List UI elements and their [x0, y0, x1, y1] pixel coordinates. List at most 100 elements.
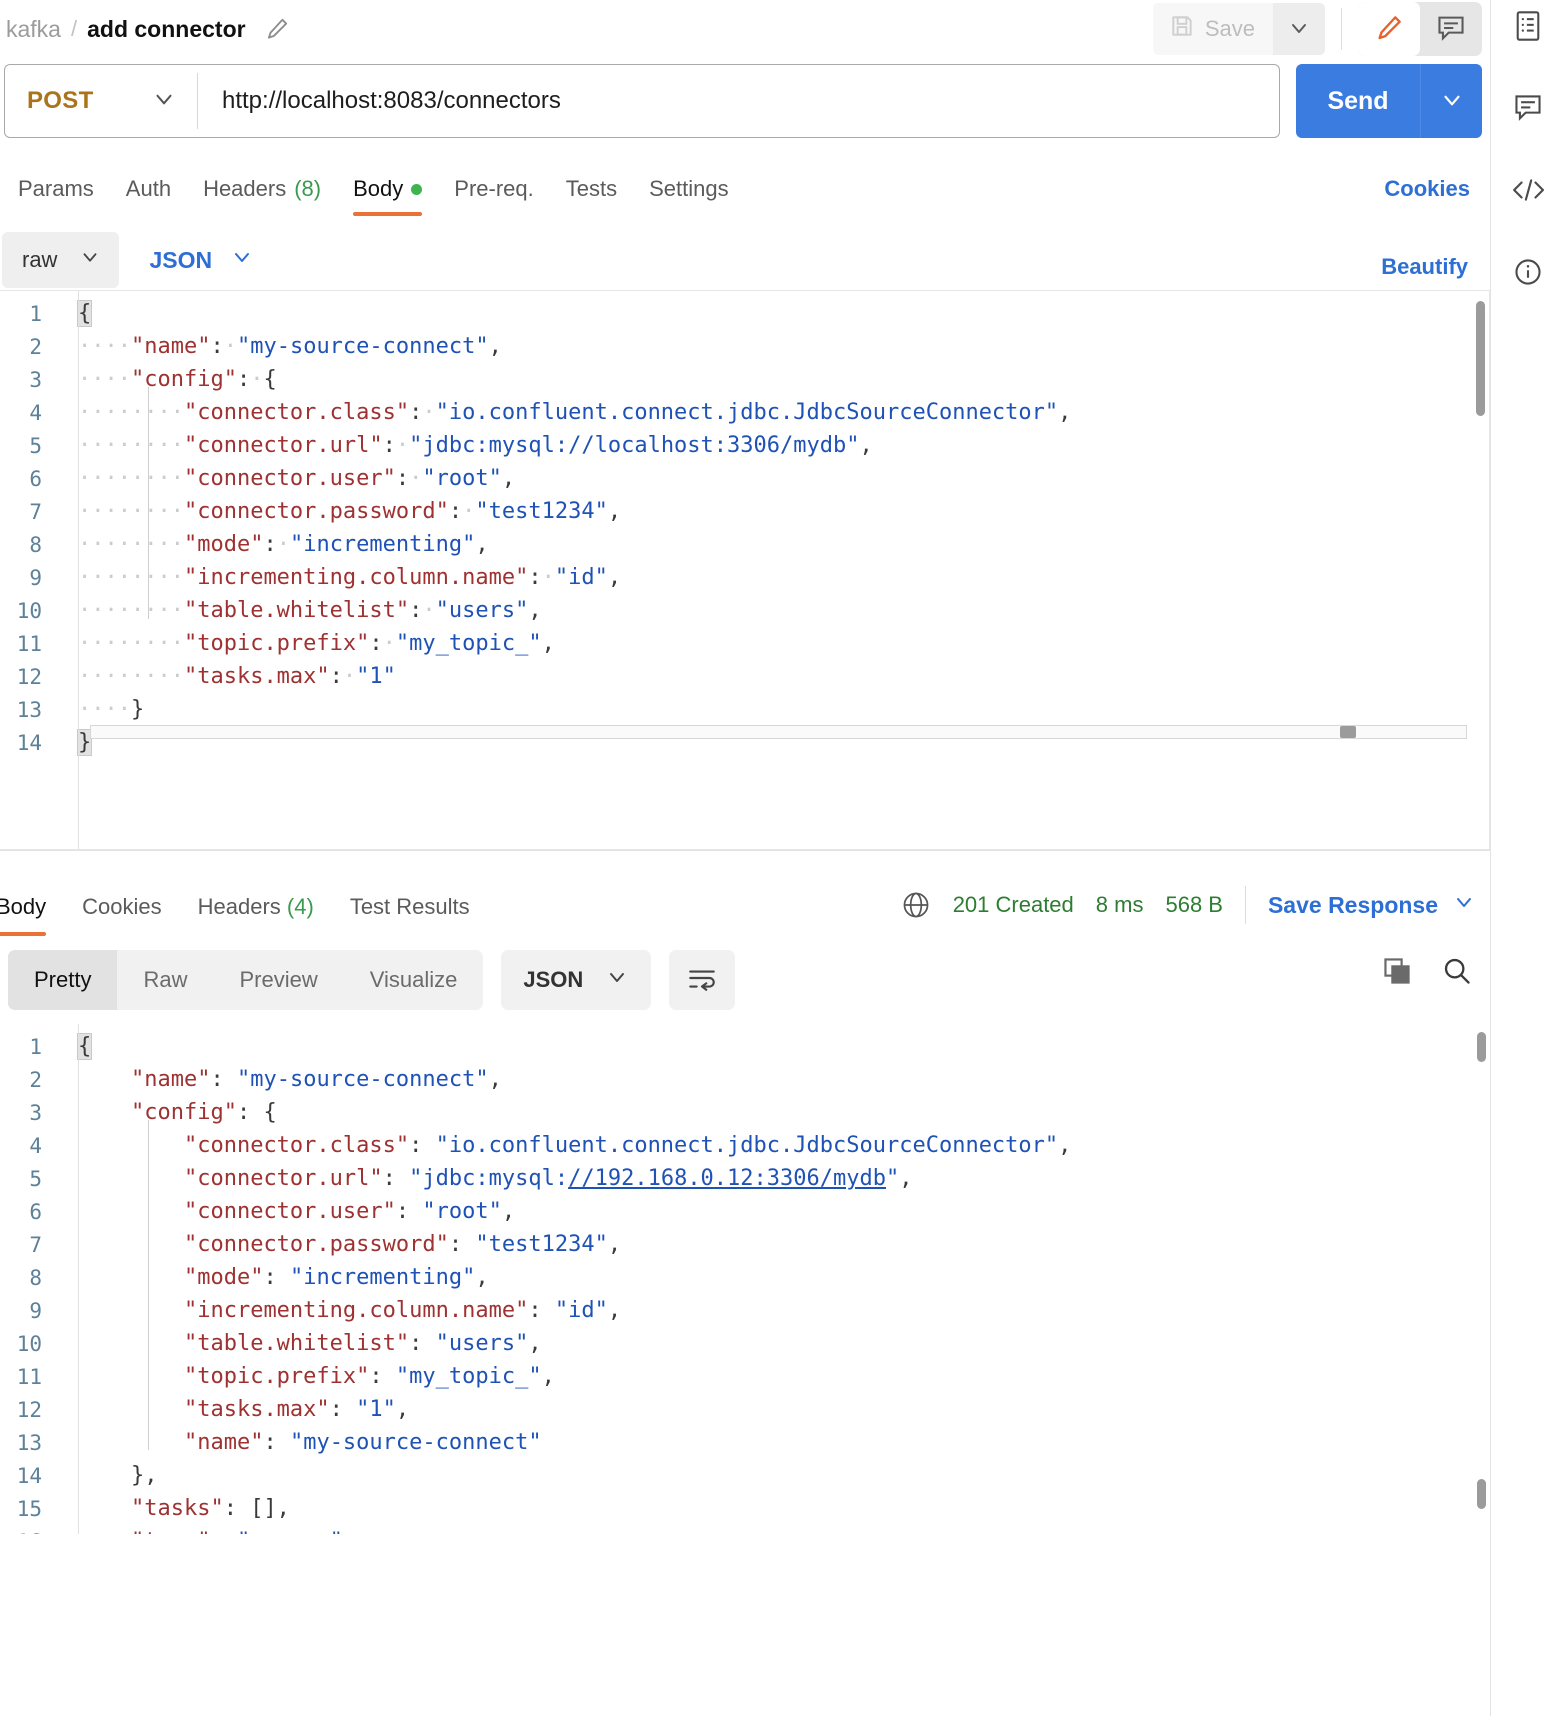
documentation-icon[interactable]	[1510, 8, 1546, 44]
code-text: "table.whitelist": "users",	[183, 1331, 542, 1356]
postman-request-window: kafka / add connector Save POST http://l…	[0, 0, 1564, 1716]
request-code-rows: 1{2 ····"name":·"my-source-connect", 3 ····…	[0, 291, 1489, 759]
save-response-button[interactable]: Save Response	[1268, 890, 1476, 920]
code-text: "connector.user": "root",	[183, 1199, 516, 1224]
code-line: 7 "connector.password": "test1234",	[0, 1228, 1490, 1261]
chevron-down-icon	[605, 965, 629, 995]
line-number: 7	[29, 499, 42, 524]
save-icon	[1169, 13, 1195, 45]
cookies-link[interactable]: Cookies	[1384, 176, 1470, 202]
code-line: 3 "config": {	[0, 1096, 1490, 1129]
gutter-divider	[78, 291, 79, 849]
response-tab-body[interactable]: Body	[0, 894, 64, 936]
response-meta: 201 Created 8 ms 568 B Save Response	[901, 886, 1476, 924]
edit-mode-button[interactable]	[1358, 2, 1420, 56]
comment-mode-button[interactable]	[1420, 2, 1482, 56]
status-badge: 201 Created	[952, 892, 1074, 917]
editor-horizontal-scrollbar[interactable]	[90, 725, 1467, 739]
save-button[interactable]: Save	[1152, 3, 1273, 55]
code-icon[interactable]	[1510, 172, 1546, 208]
tab-tests[interactable]: Tests	[550, 176, 633, 216]
tab-headers[interactable]: Headers (8)	[187, 176, 337, 216]
response-code-rows: 1{2 "name": "my-source-connect", 3 "confi…	[0, 1024, 1490, 1534]
code-line: 9 "incrementing.column.name": "id",	[0, 1294, 1490, 1327]
code-text: "incrementing.column.name": "id",	[183, 1298, 622, 1323]
response-tab-cookies[interactable]: Cookies	[64, 894, 179, 936]
info-icon[interactable]	[1510, 254, 1546, 290]
body-format-selector[interactable]: JSON	[149, 245, 254, 275]
code-line: 5 "connector.url": "jdbc:mysql://192.168…	[0, 1162, 1490, 1195]
header-divider	[1341, 8, 1342, 50]
body-mode-selector[interactable]: raw	[2, 232, 120, 288]
code-line: 13 ····}	[0, 693, 1489, 726]
editor-vertical-scrollbar[interactable]	[1477, 1032, 1486, 1062]
response-tab-test-results[interactable]: Test Results	[332, 894, 488, 936]
code-text: ········"tasks.max":·"1"	[78, 664, 396, 689]
code-line: 2 ····"name":·"my-source-connect",	[0, 330, 1489, 363]
chevron-down-icon	[1452, 890, 1476, 920]
save-options-button[interactable]	[1273, 3, 1325, 55]
code-text: "connector.password": "test1234",	[183, 1232, 622, 1257]
line-number: 3	[29, 367, 42, 392]
tab-auth[interactable]: Auth	[110, 176, 187, 216]
code-line: 6 "connector.user": "root",	[0, 1195, 1490, 1228]
code-text: ········"connector.class":·"io.confluent…	[78, 400, 1072, 425]
send-options-button[interactable]	[1420, 64, 1482, 138]
url-input[interactable]: http://localhost:8083/connectors	[198, 87, 561, 115]
code-line: 11 "topic.prefix": "my_topic_",	[0, 1360, 1490, 1393]
tab-body[interactable]: Body	[337, 176, 438, 216]
tab-settings[interactable]: Settings	[633, 176, 745, 216]
tab-label: Body	[353, 176, 404, 201]
line-number: 16	[0, 1530, 60, 1535]
copy-icon[interactable]	[1382, 956, 1412, 991]
scrollbar-thumb[interactable]	[1340, 726, 1356, 738]
wrap-text-button[interactable]	[669, 950, 736, 1010]
line-number: 13	[16, 697, 42, 722]
code-line: 8 "mode": "incrementing",	[0, 1261, 1490, 1294]
line-number: 11	[16, 631, 42, 656]
code-line: 15 "tasks": [],	[0, 1492, 1490, 1525]
globe-icon	[901, 890, 931, 920]
view-mode-raw[interactable]: Raw	[117, 950, 213, 1010]
send-button[interactable]: Send	[1296, 64, 1420, 138]
breadcrumb-request-name[interactable]: add connector	[87, 16, 245, 43]
comment-icon[interactable]	[1510, 90, 1546, 126]
beautify-link[interactable]: Beautify	[1381, 254, 1468, 280]
wrap-text-icon	[686, 965, 718, 996]
pencil-icon[interactable]	[264, 16, 290, 42]
tab-prereq[interactable]: Pre-req.	[438, 176, 549, 216]
url-bar: POST http://localhost:8083/connectors Se…	[0, 58, 1490, 138]
view-mode-pretty[interactable]: Pretty	[8, 950, 118, 1010]
breadcrumb-collection[interactable]: kafka	[6, 16, 61, 43]
url-input-container: POST http://localhost:8083/connectors	[4, 64, 1280, 138]
editor-vertical-scrollbar-thumb[interactable]	[1477, 1479, 1486, 1509]
view-mode-preview[interactable]: Preview	[213, 950, 343, 1010]
code-line: 1{	[0, 1030, 1490, 1063]
response-size: 568 B	[1165, 892, 1223, 917]
request-body-editor[interactable]: 1{2 ····"name":·"my-source-connect", 3 ····…	[0, 290, 1490, 850]
breadcrumb: kafka / add connector Save	[0, 0, 1490, 58]
line-number: 15	[16, 1496, 42, 1521]
code-text: ····"name":·"my-source-connect",	[78, 334, 502, 359]
line-number: 3	[29, 1100, 42, 1125]
save-response-label: Save Response	[1267, 891, 1438, 918]
code-line: 13 "name": "my-source-connect"	[0, 1426, 1490, 1459]
line-number: 12	[16, 664, 42, 689]
code-line: 4 "connector.class": "io.confluent.conne…	[0, 1129, 1490, 1162]
response-tab-headers[interactable]: Headers (4)	[180, 894, 332, 936]
code-line: 16 "t...": "......"	[0, 1525, 1490, 1534]
code-text: ········"topic.prefix":·"my_topic_",	[78, 631, 555, 656]
code-text: {	[76, 300, 93, 327]
editor-vertical-scrollbar[interactable]	[1476, 301, 1485, 416]
code-text: ········"mode":·"incrementing",	[78, 532, 489, 557]
method-selector[interactable]: POST	[5, 86, 197, 117]
code-text: "connector.url": "jdbc:mysql://192.168.0…	[183, 1166, 913, 1191]
search-icon[interactable]	[1442, 956, 1472, 991]
view-mode-visualize[interactable]: Visualize	[344, 950, 484, 1010]
line-number: 6	[29, 466, 42, 491]
response-body-editor[interactable]: 1{2 "name": "my-source-connect", 3 "confi…	[0, 1024, 1490, 1534]
response-format-selector[interactable]: JSON	[501, 950, 652, 1010]
tab-params[interactable]: Params	[2, 176, 110, 216]
line-number: 10	[16, 598, 42, 623]
code-line: 5 ········"connector.url":·"jdbc:mysql://…	[0, 429, 1489, 462]
